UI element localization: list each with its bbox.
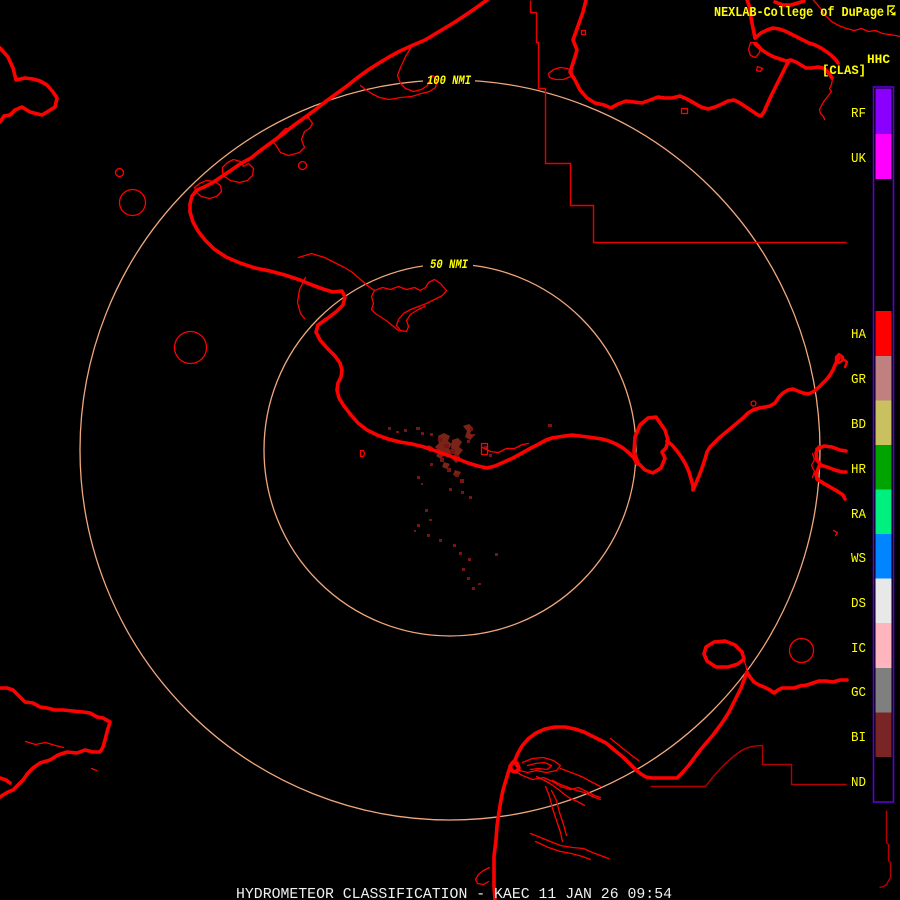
svg-text:HYDROMETEOR CLASSIFICATION - K: HYDROMETEOR CLASSIFICATION - KAEC 11 JAN… — [236, 887, 672, 900]
svg-text:BI: BI — [851, 730, 866, 746]
svg-text:HA: HA — [851, 327, 867, 343]
svg-text:NEXLAB-College of DuPage: NEXLAB-College of DuPage — [714, 5, 884, 21]
svg-text:DS: DS — [851, 596, 866, 612]
svg-text:GC: GC — [851, 685, 866, 701]
svg-text:IC: IC — [851, 641, 866, 657]
svg-text:GR: GR — [851, 372, 867, 388]
svg-text:HR: HR — [851, 462, 867, 478]
svg-text:[CLAS]: [CLAS] — [822, 64, 866, 78]
svg-text:BD: BD — [851, 417, 866, 433]
svg-text:ND: ND — [851, 775, 866, 791]
svg-text:WS: WS — [851, 551, 866, 567]
svg-text:100 NMI: 100 NMI — [427, 73, 471, 88]
svg-text:50 NMI: 50 NMI — [430, 257, 468, 272]
svg-text:HHC: HHC — [867, 52, 890, 67]
svg-text:UK: UK — [851, 151, 867, 167]
svg-text:RF: RF — [851, 106, 866, 122]
svg-text:RA: RA — [851, 507, 867, 523]
